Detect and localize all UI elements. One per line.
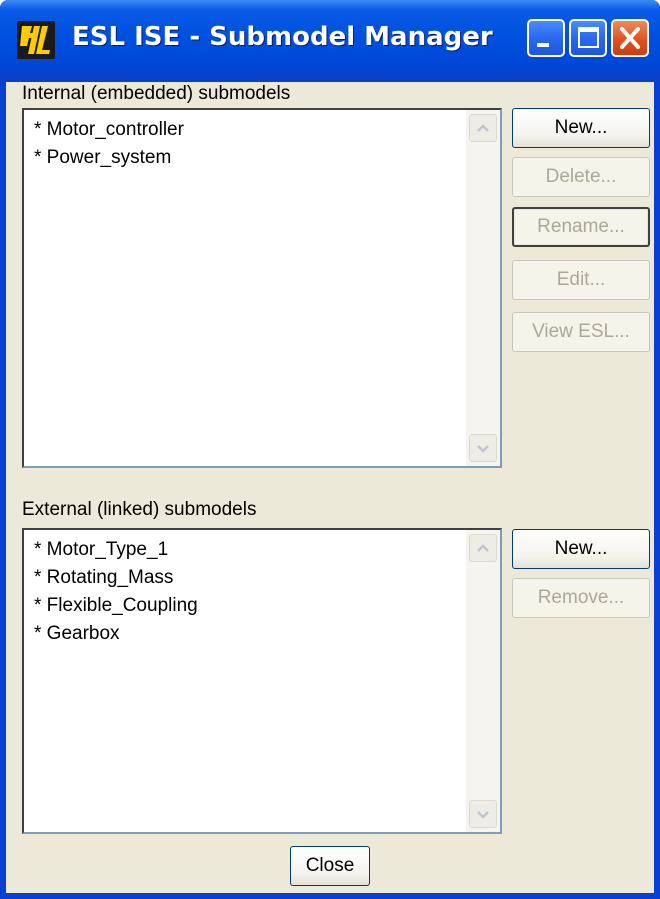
external-new-button[interactable]: New...: [512, 529, 650, 569]
list-item[interactable]: * Rotating_Mass: [34, 564, 460, 592]
list-item[interactable]: * Power_system: [34, 144, 460, 172]
minimize-button[interactable]: [527, 19, 565, 57]
internal-view-esl-button[interactable]: View ESL...: [512, 312, 650, 352]
close-icon: [620, 27, 640, 49]
window-title: ESL ISE - Submodel Manager: [72, 22, 493, 52]
list-item[interactable]: * Motor_controller: [34, 116, 460, 144]
chevron-down-icon: [477, 445, 489, 453]
close-button[interactable]: Close: [290, 846, 370, 886]
internal-new-button[interactable]: New...: [512, 108, 650, 148]
internal-list-scrollbar[interactable]: [466, 110, 500, 466]
chevron-up-icon: [477, 124, 489, 132]
external-submodels-list[interactable]: * Motor_Type_1 * Rotating_Mass * Flexibl…: [22, 528, 502, 834]
scroll-up-button[interactable]: [469, 534, 497, 562]
submodel-manager-window: ESL ISE - Submodel Manager Internal (emb…: [0, 0, 660, 899]
chevron-up-icon: [477, 544, 489, 552]
close-window-button[interactable]: [611, 19, 649, 57]
internal-submodels-label: Internal (embedded) submodels: [22, 83, 291, 104]
minimize-icon: [537, 43, 549, 47]
internal-submodels-list[interactable]: * Motor_controller * Power_system: [22, 108, 502, 468]
external-submodels-label: External (linked) submodels: [22, 499, 257, 520]
chevron-down-icon: [477, 811, 489, 819]
title-bar[interactable]: ESL ISE - Submodel Manager: [0, 0, 660, 82]
list-item[interactable]: * Gearbox: [34, 620, 460, 648]
list-item[interactable]: * Motor_Type_1: [34, 536, 460, 564]
internal-edit-button[interactable]: Edit...: [512, 260, 650, 300]
scroll-down-button[interactable]: [469, 800, 497, 828]
esl-app-icon: [16, 20, 56, 60]
maximize-button[interactable]: [569, 19, 607, 57]
internal-rename-button[interactable]: Rename...: [512, 207, 650, 247]
external-remove-button[interactable]: Remove...: [512, 578, 650, 618]
scroll-down-button[interactable]: [469, 434, 497, 462]
maximize-icon: [578, 27, 599, 48]
scroll-up-button[interactable]: [469, 114, 497, 142]
internal-delete-button[interactable]: Delete...: [512, 157, 650, 197]
external-list-scrollbar[interactable]: [466, 530, 500, 832]
list-item[interactable]: * Flexible_Coupling: [34, 592, 460, 620]
